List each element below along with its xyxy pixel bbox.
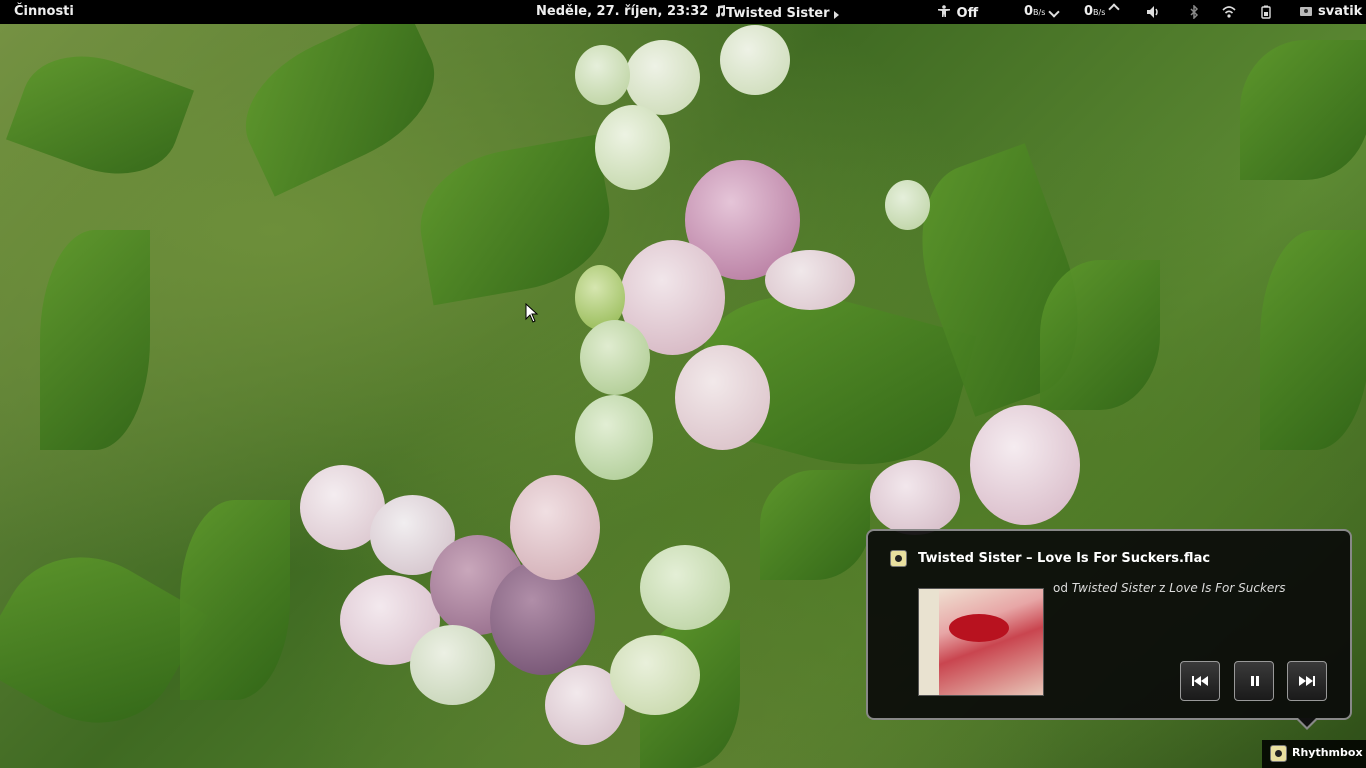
message-tray-item-rhythmbox[interactable]: Rhythmbox (1262, 740, 1366, 768)
volume-icon[interactable] (1146, 5, 1160, 19)
net-down-unit: B/s (1033, 8, 1046, 17)
bluetooth-icon[interactable] (1187, 5, 1201, 19)
net-up-indicator[interactable]: 0B/s (1084, 3, 1121, 19)
pause-icon (1251, 676, 1259, 686)
battery-icon[interactable] (1259, 5, 1273, 19)
music-indicator-label: Twisted Sister (726, 6, 830, 21)
net-down-value: 0 (1024, 4, 1034, 19)
from-word: z (1155, 581, 1170, 595)
net-up-unit: B/s (1093, 8, 1106, 17)
chevron-up-icon (1108, 3, 1121, 15)
user-menu[interactable]: svatik (1318, 4, 1362, 19)
rhythmbox-tray-icon (1270, 745, 1287, 762)
accessibility-status: Off (956, 6, 979, 21)
activities-button[interactable]: Činnosti (14, 4, 74, 19)
album-art (918, 588, 1044, 696)
music-note-icon (716, 5, 726, 18)
tray-app-name: Rhythmbox (1292, 746, 1363, 759)
by-prefix: od (1053, 581, 1072, 595)
artist-name: Twisted Sister (1071, 581, 1156, 595)
notification-title: Twisted Sister – Love Is For Suckers.fla… (918, 551, 1211, 566)
previous-track-button[interactable] (1180, 661, 1220, 701)
play-triangle-icon (833, 11, 839, 19)
net-up-value: 0 (1084, 4, 1094, 19)
next-track-button[interactable] (1287, 661, 1327, 701)
notification-body: od Twisted Sister z Love Is For Suckers (1053, 581, 1285, 595)
wifi-icon[interactable] (1222, 5, 1236, 19)
accessibility-icon (938, 5, 950, 17)
top-panel: Činnosti Neděle, 27. říjen, 23:32 Twiste… (0, 0, 1366, 24)
skip-next-icon (1299, 676, 1315, 686)
album-name: Love Is For Suckers (1169, 581, 1286, 595)
user-icon (1300, 7, 1312, 16)
rhythmbox-app-icon (890, 550, 907, 567)
clock-datetime[interactable]: Neděle, 27. říjen, 23:32 (536, 4, 708, 19)
music-indicator[interactable]: Twisted Sister (714, 4, 839, 21)
net-down-indicator[interactable]: 0B/s (1024, 4, 1061, 19)
skip-previous-icon (1192, 676, 1208, 686)
mouse-cursor-icon (525, 303, 539, 323)
accessibility-indicator[interactable]: Off (937, 4, 978, 21)
notification-pointer-fill (1298, 718, 1316, 727)
pause-button[interactable] (1234, 661, 1274, 701)
media-notification[interactable]: Twisted Sister – Love Is For Suckers.fla… (866, 529, 1352, 720)
chevron-down-icon (1048, 6, 1061, 18)
